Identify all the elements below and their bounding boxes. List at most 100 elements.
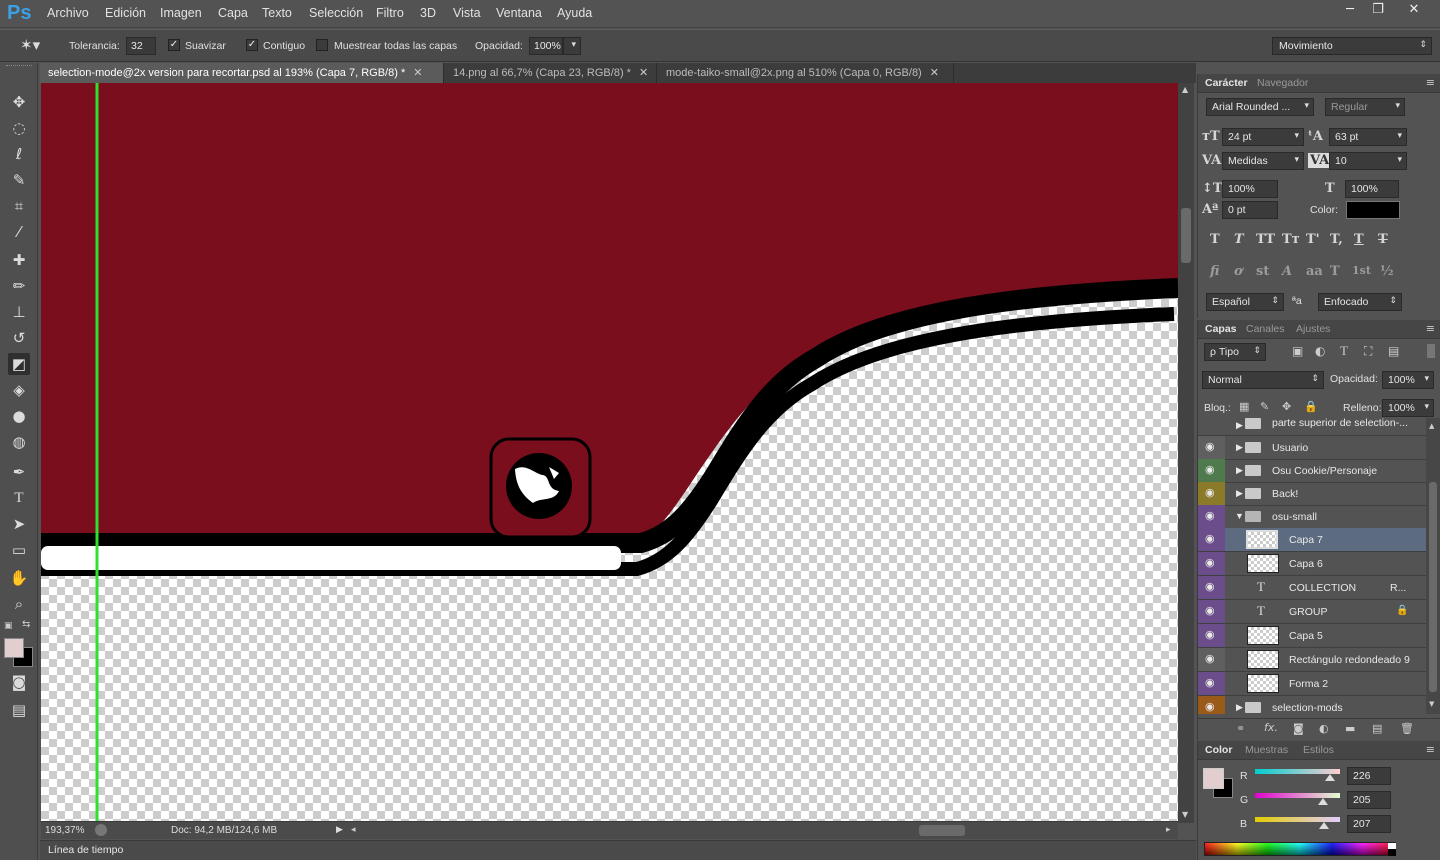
scroll-down-icon[interactable]: ▼ xyxy=(1182,810,1188,819)
layer-row[interactable]: ◉ ▶ Back! xyxy=(1198,482,1426,506)
discretionary-ligature-button[interactable]: st xyxy=(1256,264,1269,279)
text-color-swatch[interactable] xyxy=(1346,201,1400,219)
expand-arrow-icon[interactable]: ▶ xyxy=(1236,442,1243,453)
visibility-eye-icon[interactable]: ◉ xyxy=(1205,676,1215,689)
visibility-eye-icon[interactable]: ◉ xyxy=(1205,604,1215,617)
move-tool-icon[interactable]: ✥ xyxy=(8,91,30,113)
green-input[interactable]: 205 xyxy=(1347,791,1391,809)
layer-row[interactable]: ◉ ▶ Usuario xyxy=(1198,436,1426,460)
brush-tool-icon[interactable]: ✏ xyxy=(8,275,30,297)
kerning-select[interactable]: Medidas ▾ xyxy=(1222,152,1304,170)
eraser-tool-icon[interactable]: ◩ xyxy=(8,353,30,375)
type-tool-icon[interactable]: T xyxy=(8,487,30,509)
tab-muestras[interactable]: Muestras xyxy=(1245,744,1288,756)
scroll-thumb[interactable] xyxy=(1181,208,1191,263)
language-select[interactable]: Español ⇕ xyxy=(1206,293,1284,311)
filter-toggle[interactable] xyxy=(1427,344,1435,358)
menu-ayuda[interactable]: Ayuda xyxy=(557,6,592,20)
layer-opacity-input[interactable]: 100% ▾ xyxy=(1382,371,1434,389)
visibility-eye-icon[interactable]: ◉ xyxy=(1205,509,1215,522)
tab-capas[interactable]: Capas xyxy=(1205,323,1237,335)
layer-row[interactable]: ◉ Capa 6 xyxy=(1198,552,1426,576)
timeline-panel[interactable]: Línea de tiempo xyxy=(40,840,1196,860)
faux-bold-button[interactable]: T xyxy=(1210,232,1220,247)
dodge-tool-icon[interactable]: ◍ xyxy=(8,431,30,453)
visibility-eye-icon[interactable]: ◉ xyxy=(1205,486,1215,499)
menu-ventana[interactable]: Ventana xyxy=(496,6,542,20)
doc-tab-14png[interactable]: 14.png al 66,7% (Capa 23, RGB/8) * ✕ xyxy=(445,63,657,83)
fill-input[interactable]: 100% ▾ xyxy=(1382,399,1434,417)
menu-archivo[interactable]: Archivo xyxy=(47,6,89,20)
tab-canales[interactable]: Canales xyxy=(1246,323,1285,335)
filter-pixel-icon[interactable]: ▣ xyxy=(1292,344,1303,358)
timeline-label[interactable]: Línea de tiempo xyxy=(48,844,123,856)
clone-stamp-tool-icon[interactable]: ⊥ xyxy=(8,301,30,323)
expand-arrow-icon[interactable]: ▶ xyxy=(1236,702,1243,713)
scroll-up-icon[interactable]: ▲ xyxy=(1429,422,1434,430)
old-style-button[interactable]: ơ xyxy=(1234,264,1243,279)
magic-wand-preset-icon[interactable]: ✶▾ xyxy=(20,36,40,54)
zoom-level[interactable]: 193,37% xyxy=(45,825,84,836)
layer-filter-select[interactable]: ρ Tipo ⇕ xyxy=(1204,343,1266,361)
menu-texto[interactable]: Texto xyxy=(262,6,292,20)
scroll-left-icon[interactable]: ◂ xyxy=(351,824,356,835)
blur-tool-icon[interactable]: ● xyxy=(8,405,30,427)
workspace-select[interactable]: Movimiento ⇕ xyxy=(1272,37,1432,55)
menu-edicion[interactable]: Edición xyxy=(105,6,146,20)
filter-smart-object-icon[interactable]: ▤ xyxy=(1388,344,1399,358)
eyedropper-tool-icon[interactable]: ⁄ xyxy=(8,221,30,243)
quick-mask-icon[interactable]: ◙ xyxy=(8,671,30,693)
menu-imagen[interactable]: Imagen xyxy=(160,6,202,20)
expand-arrow-icon[interactable]: ▶ xyxy=(1236,488,1243,499)
visibility-eye-icon[interactable]: ◉ xyxy=(1205,440,1215,453)
adjustment-layer-icon[interactable]: ◐ xyxy=(1319,722,1329,735)
panel-grip[interactable] xyxy=(6,65,32,70)
panel-menu-icon[interactable]: ≡ xyxy=(1426,322,1435,335)
visibility-eye-icon[interactable]: ◉ xyxy=(1205,628,1215,641)
scroll-right-icon[interactable]: ▸ xyxy=(1166,824,1171,835)
shape-tool-icon[interactable]: ▭ xyxy=(8,539,30,561)
expand-arrow-icon[interactable]: ▶ xyxy=(1236,420,1243,431)
pen-tool-icon[interactable]: ✒ xyxy=(8,461,30,483)
sample-all-checkbox[interactable] xyxy=(316,39,328,51)
close-window-button[interactable]: ✕ xyxy=(1400,0,1428,20)
layer-row[interactable]: ◉ Forma 2 xyxy=(1198,672,1426,696)
document-canvas[interactable] xyxy=(41,83,1178,821)
contiguous-checkbox[interactable]: ✓ xyxy=(246,39,258,51)
layer-row[interactable]: ◉ Rectángulo redondeado 9 xyxy=(1198,648,1426,672)
layer-row[interactable]: ◉ Capa 7 xyxy=(1198,528,1426,552)
tab-estilos[interactable]: Estilos xyxy=(1303,744,1334,756)
opacity-input[interactable]: 100% xyxy=(529,37,563,55)
history-brush-tool-icon[interactable]: ↺ xyxy=(8,327,30,349)
scroll-up-icon[interactable]: ▲ xyxy=(1182,85,1188,94)
fg-color-swatch[interactable] xyxy=(1203,768,1224,789)
tolerance-input[interactable]: 32 xyxy=(126,37,156,55)
link-layers-icon[interactable]: ⚭ xyxy=(1236,722,1245,735)
filter-adjustment-icon[interactable]: ◐ xyxy=(1315,344,1325,358)
doc-tab-selection-mode[interactable]: selection-mode@2x version para recortar.… xyxy=(40,63,444,83)
red-input[interactable]: 226 xyxy=(1347,767,1391,785)
layer-row[interactable]: ◉ T COLLECTION R... xyxy=(1198,576,1426,600)
visibility-eye-icon[interactable]: ◉ xyxy=(1205,652,1215,665)
antialias-select[interactable]: Enfocado ⇕ xyxy=(1318,293,1402,311)
layer-row[interactable]: ◉ ▶ selection-mods xyxy=(1198,696,1426,714)
minimize-button[interactable]: ─ xyxy=(1336,0,1364,20)
vertical-scale-input[interactable]: 100% xyxy=(1222,180,1278,198)
font-size-input[interactable]: 24 pt ▾ xyxy=(1222,128,1304,146)
visibility-eye-icon[interactable]: ◉ xyxy=(1205,580,1215,593)
screen-mode-icon[interactable]: ▤ xyxy=(8,699,30,721)
lock-all-icon[interactable]: 🔒 xyxy=(1304,400,1318,413)
layer-row[interactable]: ▶ parte superior de selection-... xyxy=(1198,418,1426,436)
visibility-eye-icon[interactable]: ◉ xyxy=(1205,556,1215,569)
panel-menu-icon[interactable]: ≡ xyxy=(1426,743,1435,756)
layer-row[interactable]: ◉ Capa 5 xyxy=(1198,624,1426,648)
layer-row[interactable]: ◉ ▶ Osu Cookie/Personaje xyxy=(1198,459,1426,483)
layers-scrollbar[interactable]: ▲ ▼ xyxy=(1426,418,1440,714)
paint-bucket-tool-icon[interactable]: ◈ xyxy=(8,379,30,401)
status-menu-arrow-icon[interactable]: ▶ xyxy=(336,824,343,835)
menu-capa[interactable]: Capa xyxy=(218,6,248,20)
blend-mode-select[interactable]: Normal ⇕ xyxy=(1202,371,1324,389)
horizontal-scroll-thumb[interactable] xyxy=(919,825,965,836)
tab-caracter[interactable]: Carácter xyxy=(1205,77,1248,89)
quick-select-tool-icon[interactable]: ✎ xyxy=(8,169,30,191)
